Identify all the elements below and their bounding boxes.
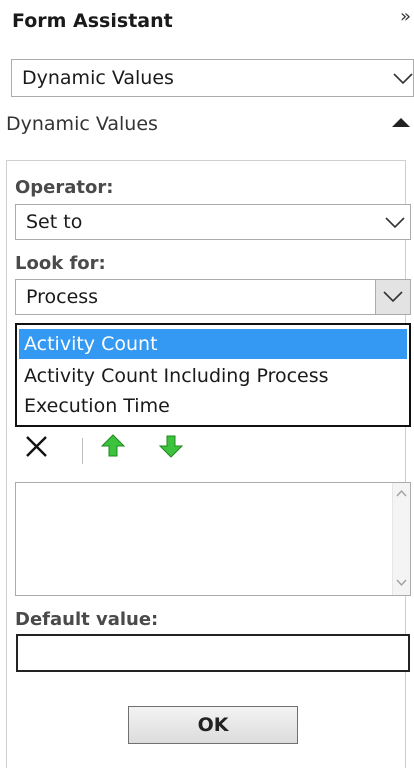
ok-button[interactable]: OK [128, 706, 298, 744]
dynamic-values-panel [6, 160, 406, 768]
look-for-value: Process [26, 286, 99, 308]
operator-dropdown[interactable]: Set to [15, 204, 411, 240]
operator-label: Operator: [15, 177, 114, 198]
default-value-input[interactable] [16, 634, 410, 672]
collapse-up-icon[interactable] [390, 115, 412, 129]
form-assistant-type-value: Dynamic Values [22, 67, 174, 89]
panel-title: Form Assistant [12, 10, 173, 32]
look-for-label: Look for: [15, 253, 106, 274]
dynamic-values-list[interactable]: Activity Count Activity Count Including … [15, 323, 411, 427]
look-for-dropdown[interactable]: Process [15, 279, 411, 315]
textarea-scrollbar[interactable] [392, 483, 410, 595]
list-item-execution-time[interactable]: Execution Time [19, 391, 407, 421]
operator-value: Set to [26, 211, 83, 233]
panel-collapse-icon[interactable]: » [400, 6, 411, 27]
scroll-up-icon[interactable] [396, 489, 407, 497]
list-item-activity-count[interactable]: Activity Count [19, 329, 407, 359]
chevron-down-icon [393, 73, 413, 85]
list-item-activity-count-including-process[interactable]: Activity Count Including Process [19, 361, 407, 391]
scroll-down-icon[interactable] [396, 579, 407, 587]
green-arrow-up-icon[interactable] [100, 433, 126, 459]
toolbar-divider [82, 438, 83, 464]
dropdown-button[interactable] [375, 280, 410, 314]
section-label-dynamic-values: Dynamic Values [6, 113, 158, 135]
green-arrow-down-icon[interactable] [158, 433, 184, 459]
default-value-label: Default value: [15, 609, 159, 630]
values-textarea[interactable] [15, 482, 411, 596]
delete-x-icon[interactable] [24, 434, 50, 460]
form-assistant-type-dropdown[interactable]: Dynamic Values [11, 59, 414, 97]
chevron-down-icon [385, 217, 405, 229]
chevron-down-icon [383, 291, 403, 303]
